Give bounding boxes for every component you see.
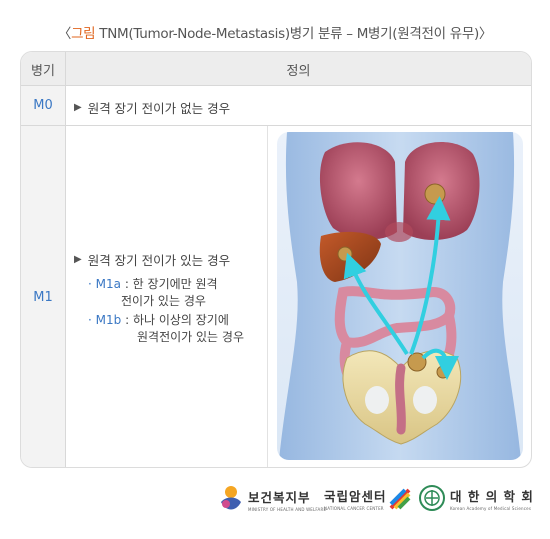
m1b-line1: 하나 이상의 장기에 bbox=[132, 313, 229, 327]
m1a-line2: 전이가 있는 경우 bbox=[121, 294, 206, 308]
triangle-bullet-icon: ▶ bbox=[74, 102, 82, 113]
ncc-emblem-icon bbox=[389, 488, 410, 509]
title-text: TNM(Tumor-Node-Metastasis)병기 분류 – M병기(원격… bbox=[95, 26, 493, 42]
triangle-bullet-icon: ▶ bbox=[74, 254, 82, 265]
definition-cell: ▶ 원격 장기 전이가 있는 경우 · M1a : 한 장기에만 원격 전이가 … bbox=[66, 126, 531, 467]
m1-definition: 원격 장기 전이가 있는 경우 bbox=[87, 253, 231, 268]
m0-definition: 원격 장기 전이가 없는 경우 bbox=[87, 101, 231, 116]
figure-title: 〈그림 TNM(Tumor-Node-Metastasis)병기 분류 – M병… bbox=[0, 22, 550, 42]
cell-divider bbox=[267, 126, 268, 467]
rectum bbox=[395, 363, 406, 435]
m1b-code: M1b bbox=[95, 313, 122, 327]
stage-label-m1: M1 bbox=[21, 126, 66, 467]
definition-cell: ▶ 원격 장기 전이가 없는 경우 bbox=[66, 86, 531, 125]
kams-name: 대 한 의 학 회 bbox=[450, 488, 534, 504]
table-header: 병기 정의 bbox=[21, 52, 531, 86]
ncc-name: 국립암센터 bbox=[324, 489, 387, 504]
table-row: M0 ▶ 원격 장기 전이가 없는 경우 bbox=[21, 86, 531, 126]
ncc-sub: NATIONAL CANCER CENTER bbox=[324, 506, 384, 511]
definition-line: ▶ 원격 장기 전이가 없는 경우 bbox=[74, 98, 230, 117]
kams-emblem-icon bbox=[419, 485, 445, 511]
kams-sub: Korean Academy of Medical Sciences bbox=[450, 505, 532, 511]
header-stage: 병기 bbox=[21, 52, 66, 86]
metastasis-illustration bbox=[277, 132, 523, 460]
sub-item-m1a: · M1a : 한 장기에만 원격 전이가 있는 경우 bbox=[88, 277, 218, 308]
logo-bar: 보건복지부 MINISTRY OF HEALTH AND WELFARE 국립암… bbox=[0, 482, 550, 522]
table-row: M1 ▶ 원격 장기 전이가 있는 경우 · M1a : 한 장기에만 원격 전… bbox=[21, 126, 531, 467]
m1b-line2: 원격전이가 있는 경우 bbox=[137, 330, 244, 344]
mohw-name: 보건복지부 bbox=[248, 489, 311, 505]
mohw-sub: MINISTRY OF HEALTH AND WELFARE bbox=[248, 506, 327, 512]
staging-table: 병기 정의 M0 ▶ 원격 장기 전이가 없는 경우 M1 ▶ 원격 장기 전이… bbox=[20, 51, 532, 468]
header-definition: 정의 bbox=[286, 63, 311, 79]
ncc-logo: 국립암센터 NATIONAL CANCER CENTER bbox=[324, 486, 411, 511]
title-accent: 그림 bbox=[71, 26, 96, 42]
kams-logo: 대 한 의 학 회 Korean Academy of Medical Scie… bbox=[418, 484, 534, 512]
stage-label-m0: M0 bbox=[21, 86, 66, 125]
title-prefix: 〈 bbox=[57, 26, 72, 42]
mohw-logo: 보건복지부 MINISTRY OF HEALTH AND WELFARE bbox=[218, 484, 326, 514]
lung-tumor bbox=[424, 183, 446, 205]
sub-item-m1b: · M1b : 하나 이상의 장기에 원격전이가 있는 경우 bbox=[88, 313, 244, 344]
m1a-code: M1a bbox=[95, 277, 121, 291]
mohw-emblem-icon bbox=[221, 486, 241, 510]
left-lung bbox=[319, 142, 397, 240]
anatomy-figure bbox=[277, 132, 523, 460]
m1a-line1: 한 장기에만 원격 bbox=[132, 277, 218, 291]
liver-tumor bbox=[337, 246, 353, 262]
definition-line: ▶ 원격 장기 전이가 있는 경우 bbox=[74, 250, 230, 269]
